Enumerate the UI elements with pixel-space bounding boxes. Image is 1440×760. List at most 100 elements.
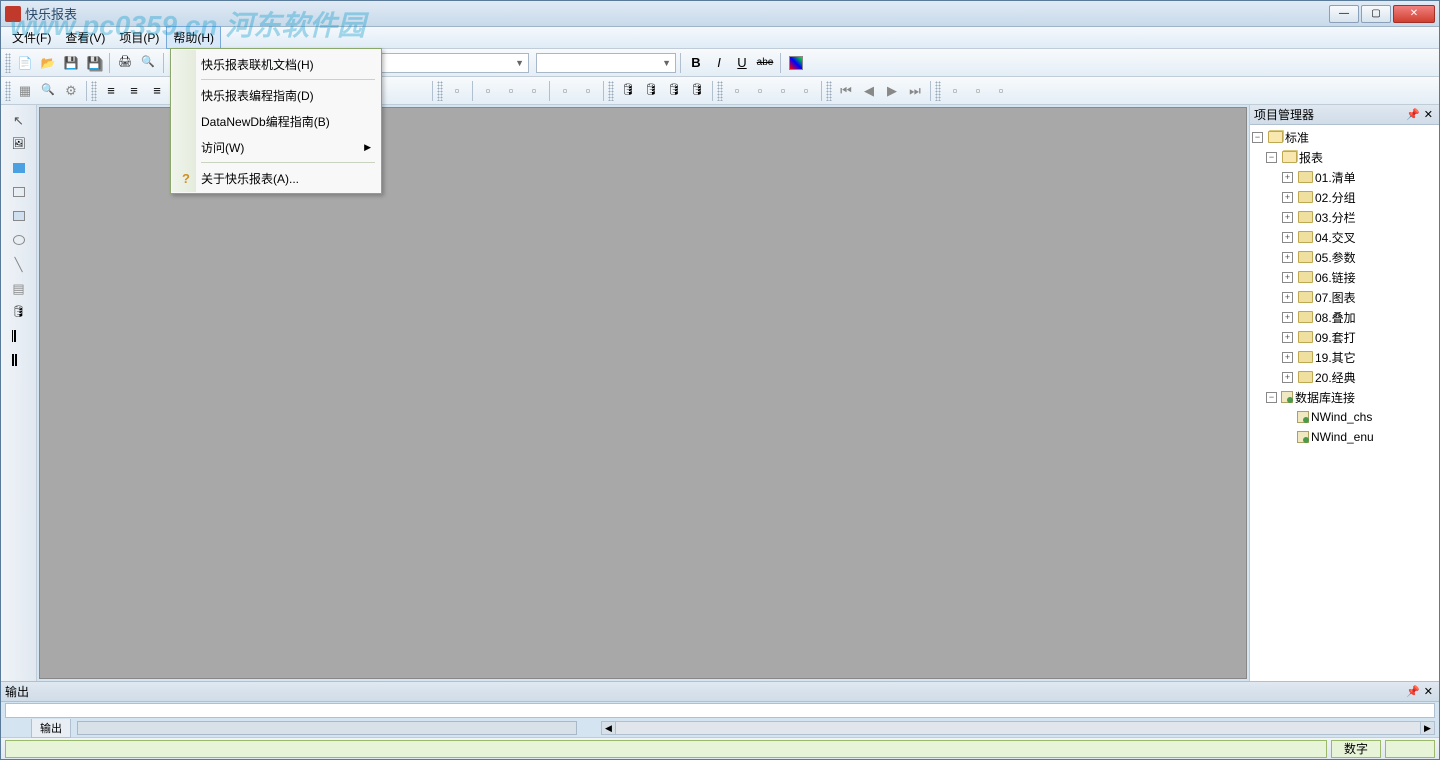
height-button[interactable] (500, 80, 522, 102)
tree-folder[interactable]: +05.参数 (1252, 247, 1437, 267)
tool-rect[interactable] (7, 181, 31, 203)
expand-icon[interactable]: + (1282, 312, 1293, 323)
tool-line[interactable] (7, 253, 31, 275)
align-center-button[interactable] (123, 80, 145, 102)
menu-help[interactable]: 帮助(H) (166, 26, 221, 49)
tool-table[interactable] (7, 277, 31, 299)
minimize-button[interactable]: — (1329, 5, 1359, 23)
saveall-button[interactable] (83, 52, 105, 74)
close-button[interactable]: ✕ (1393, 5, 1435, 23)
toolbar-grip[interactable] (826, 81, 832, 101)
italic-button[interactable] (708, 52, 730, 74)
new-button[interactable] (14, 52, 36, 74)
page-button-2[interactable] (749, 80, 771, 102)
tool-ellipse[interactable] (7, 229, 31, 251)
width-button[interactable] (477, 80, 499, 102)
toolbar-grip[interactable] (5, 53, 11, 73)
pin-button[interactable]: 📌 (1404, 108, 1422, 121)
page-button-4[interactable] (795, 80, 817, 102)
scroll-right-button[interactable]: ▶ (1420, 722, 1434, 734)
output-tab[interactable]: 输出 (31, 719, 71, 738)
tree-folder[interactable]: +06.链接 (1252, 267, 1437, 287)
ruler-button[interactable] (944, 80, 966, 102)
nav-next-button[interactable] (881, 80, 903, 102)
output-body[interactable] (5, 703, 1435, 718)
preview-button[interactable] (137, 52, 159, 74)
tree-folder[interactable]: +19.其它 (1252, 347, 1437, 367)
expand-icon[interactable]: + (1282, 352, 1293, 363)
expand-icon[interactable]: + (1282, 252, 1293, 263)
pin-button[interactable]: 📌 (1404, 685, 1422, 698)
tool-pointer[interactable] (7, 109, 31, 131)
expand-icon[interactable]: + (1282, 292, 1293, 303)
menu-file[interactable]: 文件(F) (5, 26, 58, 49)
band-button[interactable] (446, 80, 468, 102)
expand-icon[interactable]: + (1282, 272, 1293, 283)
scroll-left-button[interactable]: ◀ (602, 722, 616, 734)
tree-folder[interactable]: +01.清单 (1252, 167, 1437, 187)
db-button-2[interactable] (640, 80, 662, 102)
project-tree[interactable]: − 标准 − 报表 +01.清单+02.分组+03.分栏+04.交叉+05.参数… (1250, 125, 1439, 681)
tool-button-2[interactable] (990, 80, 1012, 102)
menu-view[interactable]: 查看(V) (58, 26, 112, 49)
tree-folder[interactable]: +08.叠加 (1252, 307, 1437, 327)
panel-close-button[interactable]: ✕ (1422, 108, 1435, 121)
expand-icon[interactable]: − (1266, 392, 1277, 403)
help-online-doc[interactable]: 快乐报表联机文档(H) (173, 51, 379, 77)
zoom-button[interactable] (37, 80, 59, 102)
page-button-3[interactable] (772, 80, 794, 102)
open-button[interactable] (37, 52, 59, 74)
db-button-3[interactable] (663, 80, 685, 102)
expand-icon[interactable]: + (1282, 232, 1293, 243)
size-button[interactable] (523, 80, 545, 102)
tree-root[interactable]: − 标准 (1252, 127, 1437, 147)
tool-barcode-2[interactable] (7, 349, 31, 371)
tab-scroller[interactable] (77, 721, 577, 735)
expand-icon[interactable]: + (1282, 212, 1293, 223)
font-size-combo[interactable]: ▼ (536, 53, 676, 73)
db-button-1[interactable] (617, 80, 639, 102)
toolbar-grip[interactable] (608, 81, 614, 101)
h-scrollbar[interactable]: ◀ ▶ (601, 721, 1435, 735)
nav-last-button[interactable] (904, 80, 926, 102)
tree-folder[interactable]: +04.交叉 (1252, 227, 1437, 247)
help-datanewdb-guide[interactable]: DataNewDb编程指南(B) (173, 108, 379, 134)
menu-project[interactable]: 项目(P) (112, 26, 166, 49)
print-button[interactable] (114, 52, 136, 74)
help-about[interactable]: 关于快乐报表(A)... (173, 165, 379, 191)
tree-folder[interactable]: +03.分栏 (1252, 207, 1437, 227)
settings-button[interactable] (60, 80, 82, 102)
tool-db[interactable] (7, 301, 31, 323)
expand-icon[interactable]: + (1282, 192, 1293, 203)
db-button-4[interactable] (686, 80, 708, 102)
expand-icon[interactable]: + (1282, 172, 1293, 183)
maximize-button[interactable]: ▢ (1361, 5, 1391, 23)
tree-db-item[interactable]: NWind_enu (1252, 427, 1437, 447)
help-prog-guide[interactable]: 快乐报表编程指南(D) (173, 82, 379, 108)
tool-rect-filled[interactable] (7, 205, 31, 227)
expand-icon[interactable]: − (1252, 132, 1263, 143)
tool-barcode-1[interactable] (7, 325, 31, 347)
strike-button[interactable] (754, 52, 776, 74)
expand-icon[interactable]: − (1266, 152, 1277, 163)
expand-icon[interactable]: + (1282, 372, 1293, 383)
tool-label[interactable] (7, 157, 31, 179)
tree-folder[interactable]: +20.经典 (1252, 367, 1437, 387)
toolbar-grip[interactable] (91, 81, 97, 101)
tree-reports[interactable]: − 报表 (1252, 147, 1437, 167)
h-spacing-button[interactable] (554, 80, 576, 102)
nav-prev-button[interactable] (858, 80, 880, 102)
help-visit[interactable]: 访问(W) ▶ (173, 134, 379, 160)
tool-button-1[interactable] (967, 80, 989, 102)
nav-first-button[interactable] (835, 80, 857, 102)
toolbar-grip[interactable] (5, 81, 11, 101)
page-button-1[interactable] (726, 80, 748, 102)
expand-icon[interactable]: + (1282, 332, 1293, 343)
toolbar-grip[interactable] (717, 81, 723, 101)
v-spacing-button[interactable] (577, 80, 599, 102)
underline-button[interactable] (731, 52, 753, 74)
toolbar-grip[interactable] (935, 81, 941, 101)
align-right-button[interactable] (146, 80, 168, 102)
tree-folder[interactable]: +02.分组 (1252, 187, 1437, 207)
save-button[interactable] (60, 52, 82, 74)
